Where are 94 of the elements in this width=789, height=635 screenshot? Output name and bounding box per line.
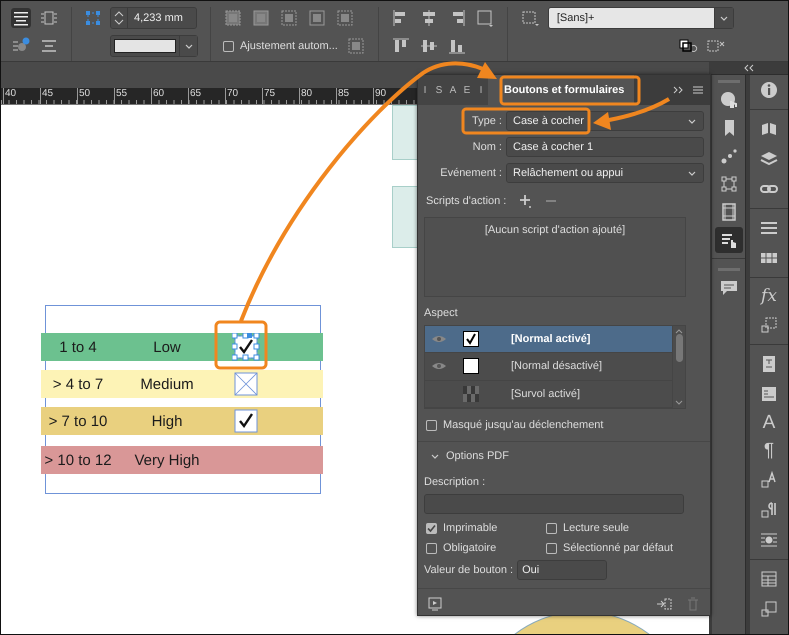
- ruler-label: 45: [40, 88, 77, 104]
- globe-icon[interactable]: [718, 90, 738, 110]
- empty-list-text: [Aucun script d'action ajouté]: [484, 224, 626, 236]
- ruler-label: 55: [114, 88, 151, 104]
- frame-fitting-icon[interactable]: [346, 36, 366, 56]
- info-icon[interactable]: [759, 80, 779, 100]
- ruler-label: 80: [299, 88, 336, 104]
- field-label: Type :: [471, 115, 503, 127]
- input-field[interactable]: Oui: [517, 560, 608, 580]
- ruler-label: 40: [3, 88, 40, 104]
- range-text: > 10 to 12: [43, 452, 113, 468]
- preview-icon[interactable]: [428, 596, 442, 610]
- character-glyph[interactable]: A: [762, 411, 776, 435]
- range-text: 1 to 4: [58, 338, 98, 356]
- reference-point-icon[interactable]: [84, 9, 102, 27]
- appearance-row[interactable]: [Normal désactivé]: [425, 353, 672, 381]
- checkbox-field[interactable]: [232, 333, 260, 361]
- paragraph-styles-icon[interactable]: [759, 500, 779, 520]
- transform-icon[interactable]: [718, 174, 738, 194]
- ruler-label: 90: [373, 88, 410, 104]
- text-wrap-icon[interactable]: [759, 384, 779, 404]
- eye-icon[interactable]: [431, 361, 447, 372]
- rating-text: Medium: [139, 376, 195, 392]
- rating-text: High: [150, 412, 184, 430]
- effects-glyph[interactable]: fx: [761, 284, 777, 308]
- add-icon[interactable]: [518, 194, 532, 208]
- checkbox-field[interactable]: [232, 370, 260, 398]
- checkbox-label: Obligatoire: [443, 542, 496, 554]
- checkbox[interactable]: [426, 420, 437, 430]
- checkbox[interactable]: [546, 522, 557, 534]
- ruler-label: 75: [262, 88, 299, 104]
- ruler-label: 85: [336, 88, 373, 104]
- section-label: Aspect: [424, 307, 459, 319]
- panel-tab[interactable]: I: [474, 75, 488, 105]
- object-styles-icon[interactable]: [759, 315, 779, 335]
- table-icon[interactable]: [759, 569, 779, 589]
- checkbox-label: Imprimable: [443, 522, 498, 534]
- scrollbar[interactable]: [672, 326, 685, 408]
- align-to-icon[interactable]: [474, 8, 495, 28]
- ruler-label: 65: [188, 88, 225, 104]
- scroll-down-icon[interactable]: [675, 400, 683, 405]
- ruler-label: 50: [77, 88, 114, 104]
- center-content-icon[interactable]: [307, 8, 327, 28]
- checkbox-label: Masqué jusqu'au déclenchement: [443, 419, 604, 431]
- rating-text: Low: [152, 338, 182, 356]
- panel-tab[interactable]: E: [460, 75, 474, 105]
- fill-frame-icon[interactable]: [279, 8, 299, 28]
- fit-content-icon[interactable]: [223, 8, 243, 28]
- grip-icon[interactable]: [718, 79, 740, 84]
- justify-icon[interactable]: [11, 8, 31, 28]
- convert-icon[interactable]: [656, 596, 672, 610]
- panel-tab[interactable]: A: [446, 75, 460, 105]
- dropdown-field[interactable]: Relâchement ou appui: [506, 163, 704, 183]
- cell-styles-icon[interactable]: [759, 599, 779, 619]
- clear-style-icon[interactable]: [706, 38, 726, 54]
- appearance-row[interactable]: [Survol activé]: [425, 380, 672, 408]
- panel-tab[interactable]: S: [432, 75, 446, 105]
- ruler-label: 60: [151, 88, 188, 104]
- stroke-style-dropdown[interactable]: [110, 35, 198, 57]
- appearance-row[interactable]: [Normal activé]: [425, 326, 672, 354]
- field-label: Valeur de bouton :: [424, 564, 514, 576]
- fit-proportional-icon[interactable]: [335, 8, 355, 28]
- checkbox[interactable]: [426, 522, 437, 534]
- grip-icon[interactable]: [718, 267, 740, 272]
- ruler-label: 70: [225, 88, 262, 104]
- dropdown-field[interactable]: Case à cocher: [506, 111, 704, 131]
- checkbox[interactable]: [426, 542, 437, 554]
- fit-frame-icon[interactable]: [251, 8, 271, 28]
- checkbox-label: Sélectionné par défaut: [563, 542, 674, 554]
- clear-overrides-icon[interactable]: [678, 38, 698, 54]
- input-field[interactable]: Case à cocher 1: [506, 137, 704, 157]
- object-style-dropdown[interactable]: [Sans]+: [548, 7, 734, 29]
- scroll-up-icon[interactable]: [675, 329, 683, 334]
- panel-tab[interactable]: I: [418, 75, 432, 105]
- range-text: > 7 to 10: [48, 412, 108, 430]
- highlight-frame: [214, 320, 268, 370]
- checkbox-label: Lecture seule: [563, 522, 630, 534]
- comment-icon[interactable]: [718, 278, 738, 298]
- paragraph-glyph[interactable]: ¶: [764, 439, 774, 463]
- expand-icon[interactable]: [672, 85, 684, 95]
- field-label: Nom :: [472, 141, 503, 153]
- checkbox-label: Ajustement autom...: [240, 40, 338, 52]
- checkbox-field[interactable]: [232, 407, 260, 435]
- field-label: Scripts d'action :: [426, 195, 506, 207]
- field-label: Evénement :: [439, 167, 503, 179]
- section-toggle[interactable]: Options PDF: [430, 450, 704, 462]
- menu-icon[interactable]: [692, 85, 704, 95]
- collapse-icon[interactable]: [742, 64, 754, 72]
- field-label: Description :: [424, 476, 486, 488]
- rating-text: Very High: [133, 452, 201, 468]
- checkbox[interactable]: [223, 40, 234, 52]
- stroke-weight-field[interactable]: 4,233 mm: [110, 7, 197, 29]
- checkbox[interactable]: [546, 542, 557, 554]
- range-text: > 4 to 7: [52, 376, 104, 392]
